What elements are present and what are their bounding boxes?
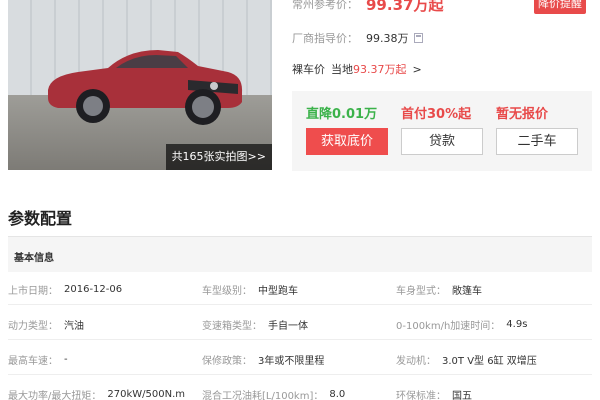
- param-value: 汽油: [64, 321, 84, 332]
- basic-info-title: 基本信息: [14, 253, 54, 264]
- get-lowest-price-button[interactable]: 获取底价: [306, 128, 388, 155]
- reference-price-label: 常州参考价：: [292, 0, 358, 11]
- param-value: 敞篷车: [452, 286, 482, 297]
- param-value: 中型跑车: [258, 286, 298, 297]
- calculator-icon[interactable]: [413, 33, 423, 43]
- param-label: 最高车速：: [8, 356, 58, 367]
- param-top-speed: 最高车速： -: [8, 352, 68, 367]
- param-value: 2016-12-06: [64, 284, 123, 295]
- param-value: 4.9s: [506, 319, 528, 330]
- param-value: 国五: [452, 391, 472, 400]
- param-label: 变速箱类型：: [202, 321, 262, 332]
- param-value: 3.0T V型 6缸 双增压: [442, 356, 537, 367]
- guide-price-value: 99.38万: [366, 32, 409, 45]
- param-launch-date: 上市日期： 2016-12-06: [8, 282, 122, 297]
- param-gearbox: 变速箱类型： 手自一体: [202, 317, 308, 332]
- basic-info-header: 基本信息: [8, 236, 592, 272]
- loan-button[interactable]: 贷款: [401, 128, 483, 155]
- photo-count-link[interactable]: 共165张实拍图>>: [165, 144, 272, 170]
- bare-price-local: 当地: [331, 63, 353, 76]
- param-warranty: 保修政策： 3年或不限里程: [202, 352, 324, 367]
- params-section-title: 参数配置: [8, 209, 73, 228]
- car-image: [48, 50, 243, 125]
- bare-price-prefix: 裸车价: [292, 63, 325, 76]
- param-value: 270kW/500N.m: [107, 389, 185, 400]
- offer-panel: 直降0.01万 首付30%起 暂无报价 获取底价 贷款 二手车: [292, 91, 592, 171]
- param-label: 混合工况油耗[L/100km]：: [202, 391, 324, 400]
- param-label: 上市日期：: [8, 286, 58, 297]
- param-body-type: 车身型式： 敞篷车: [396, 282, 482, 297]
- param-label: 保修政策：: [202, 356, 252, 367]
- param-value: -: [64, 354, 68, 365]
- param-label: 动力类型：: [8, 321, 58, 332]
- param-label: 发动机：: [396, 356, 436, 367]
- param-value: 8.0: [329, 389, 346, 400]
- reference-price-row: 常州参考价： 99.37万起: [292, 0, 443, 14]
- row-divider: [8, 304, 592, 305]
- guide-price-label: 厂商指导价：: [292, 32, 358, 45]
- car-photo[interactable]: 共165张实拍图>>: [8, 0, 272, 170]
- param-power-type: 动力类型： 汽油: [8, 317, 84, 332]
- no-quote-title: 暂无报价: [496, 107, 549, 122]
- param-fuel-consumption: 混合工况油耗[L/100km]： 8.0: [202, 387, 345, 400]
- row-divider: [8, 339, 592, 340]
- param-acceleration: 0-100km/h加速时间： 4.9s: [396, 317, 527, 332]
- param-label: 最大功率/最大扭矩：: [8, 391, 102, 400]
- param-power-torque: 最大功率/最大扭矩： 270kW/500N.m: [8, 387, 185, 400]
- guide-price-row: 厂商指导价： 99.38万: [292, 30, 423, 46]
- bare-price-value: 93.37万起: [353, 63, 407, 76]
- row-divider: [8, 374, 592, 375]
- chevron-right-icon: >: [412, 62, 422, 76]
- param-label: 环保标准：: [396, 391, 446, 400]
- param-car-class: 车型级别： 中型跑车: [202, 282, 298, 297]
- down-payment-title: 首付30%起: [401, 107, 472, 122]
- param-engine: 发动机： 3.0T V型 6缸 双增压: [396, 352, 537, 367]
- price-alert-button[interactable]: 降价提醒: [534, 0, 586, 14]
- param-label: 0-100km/h加速时间：: [396, 321, 501, 332]
- bare-price-row[interactable]: 裸车价 当地 93.37万起 >: [292, 61, 422, 77]
- reference-price-value: 99.37万起: [366, 0, 444, 14]
- param-value: 手自一体: [268, 321, 308, 332]
- discount-title: 直降0.01万: [306, 107, 378, 122]
- param-value: 3年或不限里程: [258, 356, 325, 367]
- used-car-button[interactable]: 二手车: [496, 128, 578, 155]
- param-label: 车型级别：: [202, 286, 252, 297]
- param-label: 车身型式：: [396, 286, 446, 297]
- param-emission-standard: 环保标准： 国五: [396, 387, 472, 400]
